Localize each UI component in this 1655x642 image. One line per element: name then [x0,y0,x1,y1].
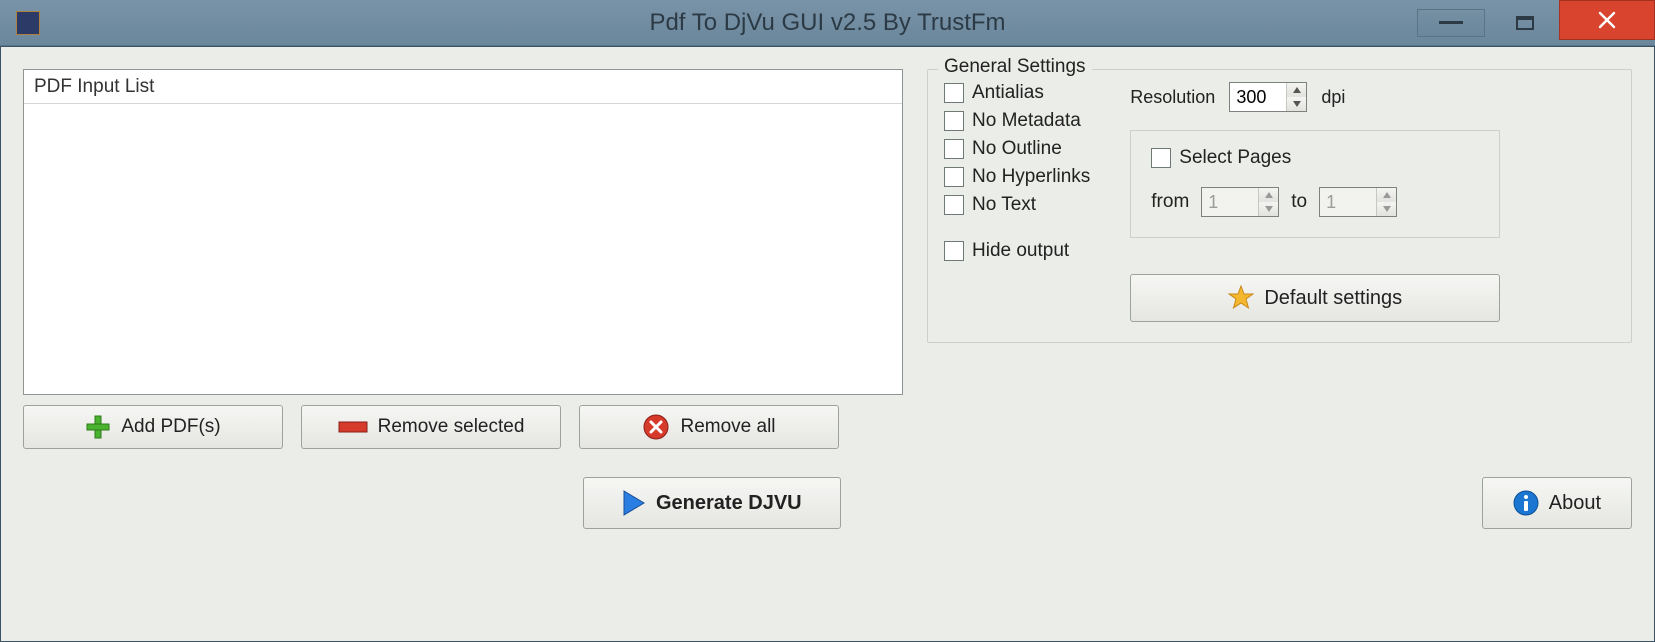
resolution-down[interactable] [1287,97,1306,111]
remove-all-button[interactable]: Remove all [579,405,839,449]
default-settings-button[interactable]: Default settings [1130,274,1500,322]
resolution-up[interactable] [1287,83,1306,97]
from-down[interactable] [1259,202,1278,216]
star-icon [1228,285,1254,311]
default-settings-label: Default settings [1264,287,1402,310]
settings-panel: General Settings Antialias No Metadata N… [927,69,1632,449]
antialias-checkbox[interactable]: Antialias [944,82,1090,104]
no-text-checkbox[interactable]: No Text [944,194,1090,216]
error-icon [642,413,670,441]
play-icon [622,490,646,516]
generate-djvu-label: Generate DJVU [656,492,802,515]
close-icon [1598,11,1616,29]
no-hyperlinks-checkbox[interactable]: No Hyperlinks [944,166,1090,188]
add-pdf-label: Add PDF(s) [121,416,220,438]
about-button[interactable]: About [1482,477,1632,529]
resolution-unit: dpi [1321,87,1345,108]
minus-icon [338,419,368,435]
input-panel: PDF Input List Add PDF(s) Remove selecte… [23,69,903,449]
no-outline-checkbox[interactable]: No Outline [944,138,1090,160]
minimize-icon [1439,21,1463,24]
general-settings-group: General Settings Antialias No Metadata N… [927,69,1632,343]
remove-all-label: Remove all [680,416,775,438]
to-down[interactable] [1377,202,1396,216]
select-pages-label: Select Pages [1179,147,1291,169]
window-title: Pdf To DjVu GUI v2.5 By TrustFm [0,9,1655,37]
no-metadata-label: No Metadata [972,110,1081,132]
resolution-input[interactable] [1230,83,1286,111]
hide-output-label: Hide output [972,240,1069,262]
app-icon [16,11,40,35]
no-outline-label: No Outline [972,138,1062,160]
plus-icon [85,414,111,440]
select-pages-group: Select Pages from to [1130,130,1500,238]
to-label: to [1291,191,1307,213]
select-pages-checkbox[interactable]: Select Pages [1151,147,1479,169]
resolution-spinner[interactable] [1229,82,1307,112]
add-pdf-button[interactable]: Add PDF(s) [23,405,283,449]
client-area: PDF Input List Add PDF(s) Remove selecte… [0,46,1655,642]
remove-selected-label: Remove selected [378,416,525,438]
to-input[interactable] [1320,188,1376,216]
to-up[interactable] [1377,188,1396,202]
no-hyperlinks-label: No Hyperlinks [972,166,1090,188]
pdf-input-list[interactable]: PDF Input List [23,69,903,395]
remove-selected-button[interactable]: Remove selected [301,405,561,449]
antialias-label: Antialias [972,82,1044,104]
from-spinner[interactable] [1201,187,1279,217]
titlebar: Pdf To DjVu GUI v2.5 By TrustFm [0,0,1655,46]
settings-legend: General Settings [938,56,1092,78]
from-input[interactable] [1202,188,1258,216]
minimize-button[interactable] [1417,9,1485,37]
about-label: About [1549,492,1601,515]
resolution-label: Resolution [1130,87,1215,108]
from-up[interactable] [1259,188,1278,202]
maximize-button[interactable] [1491,9,1559,37]
to-spinner[interactable] [1319,187,1397,217]
generate-djvu-button[interactable]: Generate DJVU [583,477,841,529]
hide-output-checkbox[interactable]: Hide output [944,240,1090,262]
info-icon [1513,490,1539,516]
list-header: PDF Input List [24,70,902,104]
window-controls [1417,0,1655,45]
no-metadata-checkbox[interactable]: No Metadata [944,110,1090,132]
from-label: from [1151,191,1189,213]
no-text-label: No Text [972,194,1036,216]
close-button[interactable] [1559,0,1655,40]
maximize-icon [1516,16,1534,30]
